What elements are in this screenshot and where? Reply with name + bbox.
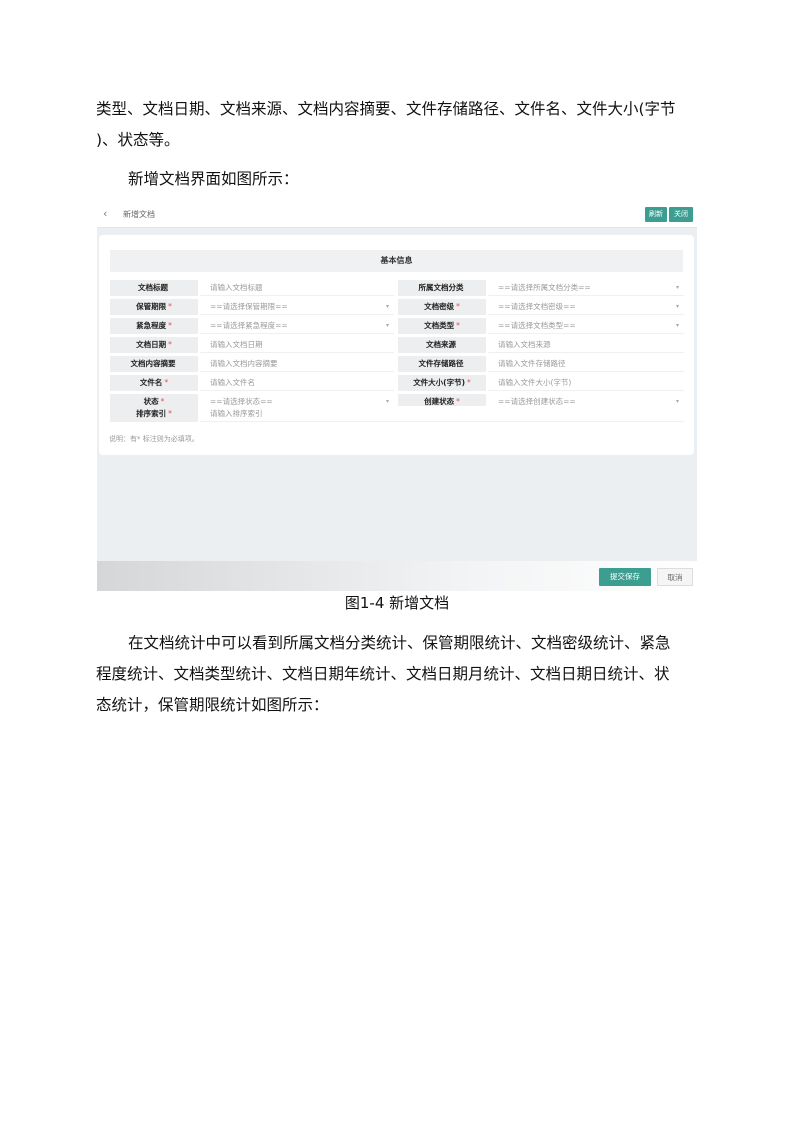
label-text: 所属文档分类 bbox=[418, 283, 464, 292]
form-field[interactable]: ==请选择紧急程度== ▾ bbox=[200, 318, 394, 334]
close-button[interactable]: 关闭 bbox=[669, 207, 693, 222]
body-paragraph-3: 在文档统计中可以看到所属文档分类统计、保管期限统计、文档密级统计、紧急 程度统计… bbox=[96, 628, 696, 721]
paragraph-line: 类型、文档日期、文档来源、文档内容摘要、文件存储路径、文件名、文件大小(字节 bbox=[96, 100, 676, 118]
bottom-bar: 提交保存 取消 bbox=[97, 561, 697, 591]
field-label: 紧急程度 * bbox=[110, 318, 198, 334]
field-value: ==请选择紧急程度== bbox=[210, 321, 288, 330]
field-value: 请输入文档标题 bbox=[210, 283, 263, 292]
body-paragraph-2: 新增文档界面如图所示： bbox=[128, 170, 299, 188]
top-bar: ‹ 新增文档 刷新 关闭 bbox=[97, 203, 697, 228]
label-text: 创建状态 bbox=[424, 397, 455, 406]
chevron-down-icon: ▾ bbox=[675, 284, 679, 291]
field-value: 请输入文档内容摘要 bbox=[210, 359, 278, 368]
field-label: 文档日期 * bbox=[110, 337, 198, 353]
label-text: 文件存储路径 bbox=[418, 359, 464, 368]
field-value: ==请选择文档密级== bbox=[498, 302, 576, 311]
label-text: 文档来源 bbox=[426, 340, 456, 349]
form-field[interactable]: ==请选择所属文档分类== ▾ bbox=[488, 280, 684, 296]
field-value: 请输入文档来源 bbox=[498, 340, 551, 349]
required-mark: * bbox=[168, 340, 172, 349]
body-paragraph-1: 类型、文档日期、文档来源、文档内容摘要、文件存储路径、文件名、文件大小(字节 )… bbox=[96, 94, 696, 156]
sort-index-input[interactable]: 请输入排序索引 bbox=[200, 406, 684, 422]
field-value: 请输入文件存储路径 bbox=[498, 359, 566, 368]
form-field[interactable]: ==请选择文档类型== ▾ bbox=[488, 318, 684, 334]
field-label: 文档标题 bbox=[110, 280, 198, 296]
chevron-down-icon: ▾ bbox=[385, 322, 389, 329]
required-mark: * bbox=[160, 397, 165, 406]
chevron-down-icon: ▾ bbox=[675, 322, 679, 329]
field-label: 文档内容摘要 bbox=[110, 356, 198, 372]
form-field[interactable]: ==请选择保管期限== ▾ bbox=[200, 299, 394, 315]
required-mark: * bbox=[456, 397, 460, 406]
field-value: ==请选择状态== bbox=[210, 397, 273, 406]
new-document-screenshot: ‹ 新增文档 刷新 关闭 基本信息 文档标题 请输入文档标题 所属文档分类 ==请选择… bbox=[97, 203, 697, 591]
label-text: 状态 bbox=[143, 397, 159, 406]
form-field[interactable]: ==请选择文档密级== ▾ bbox=[488, 299, 684, 315]
field-label: 文档类型 * bbox=[398, 318, 486, 334]
form-field[interactable]: 请输入文件大小(字节) bbox=[488, 375, 684, 391]
form-field[interactable]: 请输入文档标题 bbox=[200, 280, 394, 296]
label-text: 文档密级 bbox=[424, 302, 455, 311]
field-label: 文件名 * bbox=[110, 375, 198, 391]
label-text: 紧急程度 bbox=[136, 321, 167, 330]
label-text: 文件名 bbox=[139, 378, 163, 387]
required-mark: * bbox=[456, 302, 460, 311]
field-label-sort-index: 排序索引 * bbox=[110, 406, 198, 422]
field-value: 请输入文件名 bbox=[210, 378, 255, 387]
label-text: 排序索引 bbox=[136, 409, 167, 418]
paragraph-line: 在文档统计中可以看到所属文档分类统计、保管期限统计、文档密级统计、紧急 bbox=[128, 634, 671, 652]
paragraph-line: )、状态等。 bbox=[96, 131, 180, 149]
page-title: 新增文档 bbox=[123, 210, 155, 219]
paragraph-line: 程度统计、文档类型统计、文档日期年统计、文档日期月统计、文档日期日统计、状 bbox=[96, 665, 670, 683]
field-label: 文档来源 bbox=[398, 337, 486, 353]
field-label: 文档密级 * bbox=[398, 299, 486, 315]
submit-save-button[interactable]: 提交保存 bbox=[599, 568, 651, 586]
field-value: 请输入文件大小(字节) bbox=[498, 378, 572, 387]
paragraph-line: 态统计，保管期限统计如图所示： bbox=[96, 696, 329, 714]
form-field[interactable]: 请输入文件存储路径 bbox=[488, 356, 684, 372]
form-field[interactable]: 请输入文档日期 bbox=[200, 337, 394, 353]
field-value: ==请选择所属文档分类== bbox=[498, 283, 591, 292]
required-mark: * bbox=[168, 302, 172, 311]
field-value: ==请选择保管期限== bbox=[210, 302, 288, 311]
field-label: 保管期限 * bbox=[110, 299, 198, 315]
form-field[interactable]: 请输入文档来源 bbox=[488, 337, 684, 353]
form-field[interactable]: 请输入文件名 bbox=[200, 375, 394, 391]
required-mark: * bbox=[168, 409, 172, 418]
required-mark: * bbox=[467, 378, 471, 387]
label-text: 文档内容摘要 bbox=[130, 359, 176, 368]
label-text: 文件大小(字节) bbox=[413, 378, 466, 387]
field-label: 文件存储路径 bbox=[398, 356, 486, 372]
section-title: 基本信息 bbox=[110, 250, 683, 272]
field-label: 所属文档分类 bbox=[398, 280, 486, 296]
label-text: 保管期限 bbox=[136, 302, 167, 311]
field-value: ==请选择创建状态== bbox=[498, 397, 576, 406]
required-mark: * bbox=[456, 321, 460, 330]
form-note: 说明：有* 标注则为必填项。 bbox=[109, 435, 199, 443]
chevron-left-icon[interactable]: ‹ bbox=[103, 207, 107, 220]
chevron-down-icon: ▾ bbox=[675, 303, 679, 310]
field-value: ==请选择文档类型== bbox=[498, 321, 576, 330]
label-text: 文档标题 bbox=[138, 283, 168, 292]
required-mark: * bbox=[168, 321, 172, 330]
label-text: 文档日期 bbox=[136, 340, 167, 349]
figure-caption: 图1-4 新增文档 bbox=[344, 594, 450, 612]
refresh-button[interactable]: 刷新 bbox=[645, 207, 667, 222]
label-text: 文档类型 bbox=[424, 321, 455, 330]
cancel-button[interactable]: 取消 bbox=[657, 568, 693, 586]
chevron-down-icon: ▾ bbox=[385, 303, 389, 310]
field-label: 文件大小(字节) * bbox=[398, 375, 486, 391]
field-value: 请输入文档日期 bbox=[210, 340, 263, 349]
form-card: 基本信息 文档标题 请输入文档标题 所属文档分类 ==请选择所属文档分类== ▾ 保管期限… bbox=[99, 235, 694, 455]
required-mark: * bbox=[164, 378, 169, 387]
form-field[interactable]: 请输入文档内容摘要 bbox=[200, 356, 394, 372]
